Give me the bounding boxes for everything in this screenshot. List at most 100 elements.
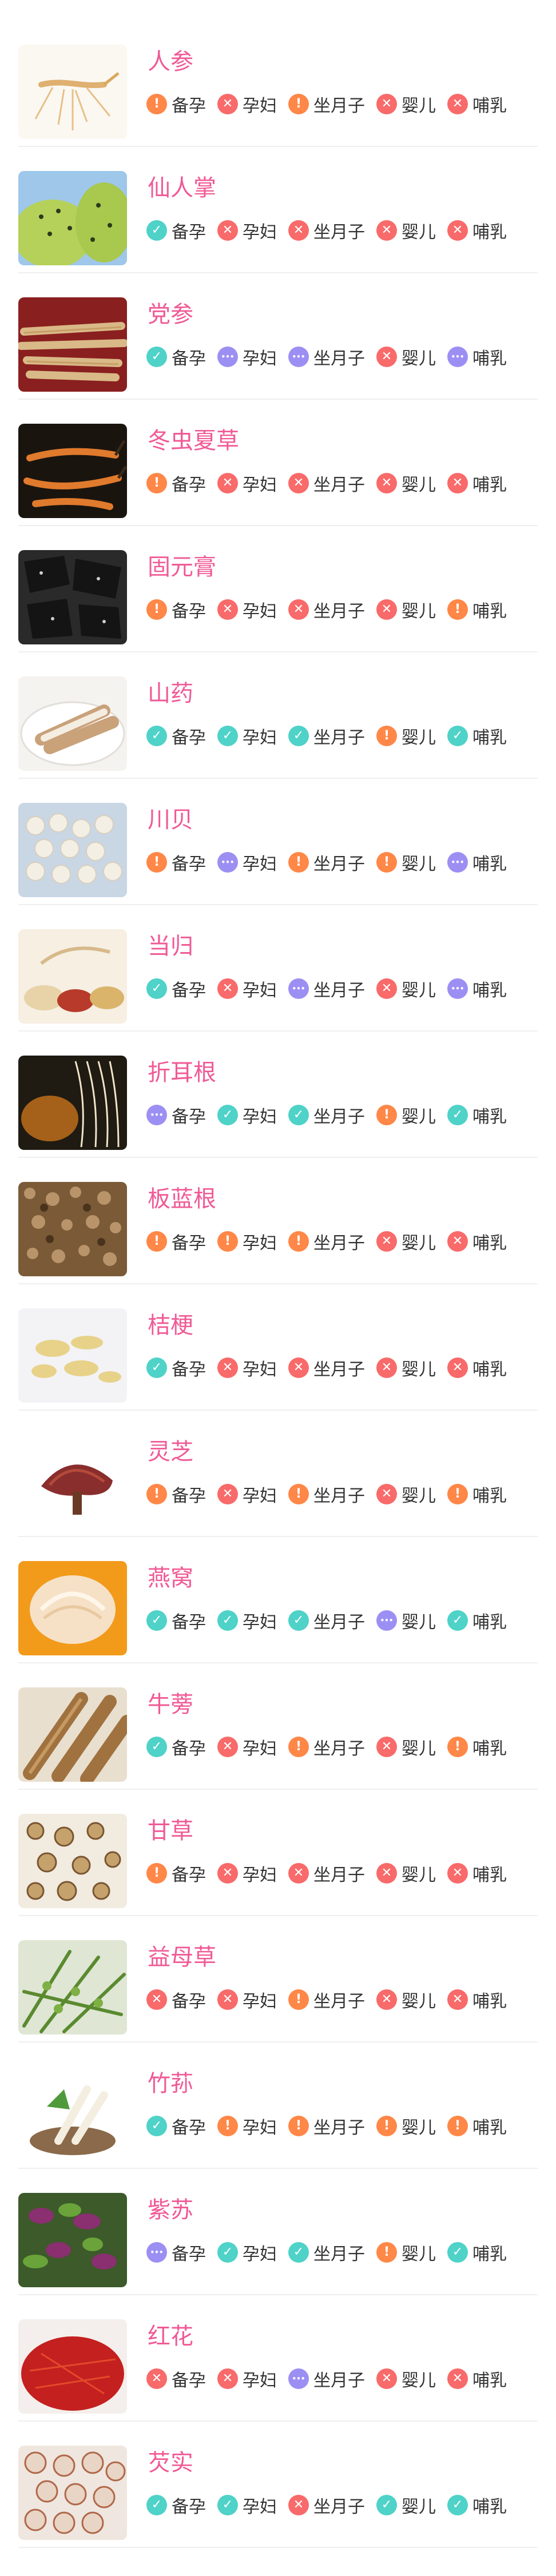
ingredient-thumbnail (18, 1182, 127, 1276)
list-item[interactable]: 冬虫夏草! 备孕 ✕ 孕妇 ✕ 坐月子 ✕ 婴儿 ✕ 哺乳 (0, 400, 556, 526)
suitability-tag: ••• 备孕 (146, 2240, 206, 2265)
list-item[interactable]: 桔梗 ✓ 备孕 ✕ 孕妇 ✕ 坐月子 ✕ 婴儿 ✕ 哺乳 (0, 1284, 556, 1411)
list-item[interactable]: 燕窝 ✓ 备孕 ✓ 孕妇 ✓ 坐月子 ••• 婴儿 ✓ 哺乳 (0, 1537, 556, 1663)
check-icon: ✓ (447, 1610, 468, 1631)
suitability-tag: ••• 哺乳 (447, 850, 507, 875)
list-item[interactable]: 人参! 备孕 ✕ 孕妇! 坐月子 ✕ 婴儿 ✕ 哺乳 (0, 21, 556, 147)
suitability-tag: ✕ 婴儿 (376, 597, 436, 622)
suitability-tag-label: 备孕 (172, 981, 206, 1001)
suitability-tag-label: 备孕 (172, 96, 206, 116)
suitability-tag: ✓ 备孕 (146, 2493, 206, 2518)
suitability-tag-label: 孕妇 (243, 1107, 277, 1127)
suitability-tag: ✕ 孕妇 (217, 1355, 277, 1380)
suitability-tag: ✓ 坐月子 (288, 2240, 365, 2265)
list-item[interactable]: 甘草! 备孕 ✕ 孕妇 ✕ 坐月子 ✕ 婴儿 ✕ 哺乳 (0, 1790, 556, 1916)
suitability-tag-label: 坐月子 (313, 2371, 365, 2391)
dots-icon: ••• (217, 347, 238, 367)
exclamation-icon: ! (146, 473, 167, 493)
suitability-tags: ! 备孕 ✕ 孕妇! 坐月子 ✕ 婴儿 ✕ 哺乳 (146, 91, 518, 117)
suitability-tag: ! 婴儿 (376, 850, 436, 875)
suitability-tag-label: 孕妇 (243, 1613, 277, 1633)
suitability-tag-label: 孕妇 (243, 2118, 277, 2138)
suitability-tag: ✕ 婴儿 (376, 91, 436, 117)
suitability-tags: ✓ 备孕 ✓ 孕妇 ✓ 坐月子! 婴儿 ✓ 哺乳 (146, 723, 518, 748)
list-item[interactable]: 竹荪 ✓ 备孕! 孕妇! 坐月子! 婴儿! 哺乳 (0, 2043, 556, 2169)
suitability-tag: ✓ 备孕 (146, 344, 206, 369)
list-item[interactable]: 板蓝根 ! 备孕! 孕妇! 坐月子 ✕ 婴儿 ✕ 哺乳 (0, 1158, 556, 1284)
suitability-tag: ✕ 婴儿 (376, 218, 436, 243)
suitability-tag: ! 哺乳 (447, 2113, 507, 2139)
cross-icon: ✕ (447, 2368, 468, 2389)
dots-icon: ••• (146, 2242, 167, 2263)
ingredient-name: 仙人掌 (148, 175, 216, 201)
list-item[interactable]: 芡实 ✓ 备孕 ✓ 孕妇 ✕ 坐月子 ✓ 婴儿 ✓ 哺乳 (0, 2422, 556, 2548)
cross-icon: ✕ (447, 220, 468, 241)
suitability-tag: ••• 哺乳 (447, 976, 507, 1001)
suitability-tag-label: 孕妇 (243, 1486, 277, 1506)
list-item[interactable]: 紫苏 ••• 备孕 ✓ 孕妇 ✓ 坐月子! 婴儿 ✓ 哺乳 (0, 2169, 556, 2295)
cross-icon: ✕ (217, 220, 238, 241)
ingredient-name: 冬虫夏草 (148, 428, 239, 454)
list-item[interactable]: 仙人掌 ✓ 备孕 ✕ 孕妇 ✕ 坐月子 ✕ 婴儿 ✕ 哺乳 (0, 147, 556, 273)
ingredient-list: 人参! 备孕 ✕ 孕妇! 坐月子 ✕ 婴儿 ✕ 哺乳 仙人掌 ✓ 备孕 ✕ 孕妇 ✕ 坐月子 ✕ 婴儿 ✕ 哺乳 党参 ✓… (0, 0, 556, 2548)
suitability-tag-label: 备孕 (172, 1613, 206, 1633)
suitability-tag: ! 备孕 (146, 1229, 206, 1254)
cross-icon: ✕ (288, 220, 309, 241)
suitability-tag: ✓ 孕妇 (217, 723, 277, 748)
suitability-tag: ! 坐月子 (288, 91, 365, 117)
ingredient-thumbnail (18, 1814, 127, 1908)
suitability-tag-label: 坐月子 (313, 2118, 365, 2138)
list-item[interactable]: 山药 ✓ 备孕 ✓ 孕妇 ✓ 坐月子! 婴儿 ✓ 哺乳 (0, 652, 556, 779)
suitability-tags: ! 备孕! 孕妇! 坐月子 ✕ 婴儿 ✕ 哺乳 (146, 1229, 518, 1254)
suitability-tag-label: 婴儿 (402, 2497, 436, 2517)
list-item[interactable]: 党参 ✓ 备孕 ••• 孕妇 ••• 坐月子 ✕ 婴儿 ••• 哺乳 (0, 273, 556, 400)
list-item[interactable]: 益母草 ✕ 备孕 ✕ 孕妇! 坐月子 ✕ 婴儿 ✕ 哺乳 (0, 1916, 556, 2043)
suitability-tag: ✕ 孕妇 (217, 1482, 277, 1507)
suitability-tag-label: 哺乳 (472, 2371, 507, 2391)
suitability-tag-label: 坐月子 (313, 728, 365, 748)
ingredient-thumbnail (18, 1435, 127, 1529)
ingredient-name: 山药 (148, 680, 193, 707)
ingredient-thumbnail (18, 171, 127, 265)
suitability-tag: ! 哺乳 (447, 1734, 507, 1759)
list-item[interactable]: 牛蒡 ✓ 备孕 ✕ 孕妇! 坐月子 ✕ 婴儿! 哺乳 (0, 1663, 556, 1790)
check-icon: ✓ (146, 1357, 167, 1378)
suitability-tag: ✕ 哺乳 (447, 91, 507, 117)
list-item[interactable]: 红花 ✕ 备孕 ✕ 孕妇 ••• 坐月子 ✕ 婴儿 ✕ 哺乳 (0, 2295, 556, 2422)
ingredient-name: 川贝 (148, 807, 193, 833)
suitability-tag: ✕ 孕妇 (217, 1734, 277, 1759)
ingredient-thumbnail (18, 297, 127, 392)
ingredient-thumbnail (18, 550, 127, 644)
check-icon: ✓ (447, 1105, 468, 1125)
cross-icon: ✕ (217, 1484, 238, 1504)
cross-icon: ✕ (376, 1484, 397, 1504)
suitability-tag: ✕ 孕妇 (217, 218, 277, 243)
check-icon: ✓ (288, 726, 309, 746)
list-item[interactable]: 川贝! 备孕 ••• 孕妇! 坐月子! 婴儿 ••• 哺乳 (0, 779, 556, 905)
cross-icon: ✕ (376, 599, 397, 620)
ingredient-name: 板蓝根 (148, 1186, 216, 1212)
ingredient-name: 人参 (148, 49, 193, 75)
cross-icon: ✕ (376, 1863, 397, 1884)
cross-icon: ✕ (447, 1863, 468, 1884)
suitability-tag: ✕ 坐月子 (288, 2493, 365, 2518)
suitability-tags: ! 备孕 ✕ 孕妇! 坐月子 ✕ 婴儿! 哺乳 (146, 1482, 518, 1507)
check-icon: ✓ (146, 1737, 167, 1757)
check-icon: ✓ (376, 2495, 397, 2515)
exclamation-icon: ! (288, 94, 309, 114)
dots-icon: ••• (288, 347, 309, 367)
suitability-tag: ✕ 婴儿 (376, 1734, 436, 1759)
suitability-tag-label: 孕妇 (243, 602, 277, 622)
exclamation-icon: ! (288, 1989, 309, 2010)
ingredient-thumbnail (18, 929, 127, 1024)
suitability-tag: ••• 孕妇 (217, 344, 277, 369)
list-item[interactable]: 当归 ✓ 备孕 ✕ 孕妇 ••• 坐月子 ✕ 婴儿 ••• 哺乳 (0, 905, 556, 1032)
list-item[interactable]: 灵芝! 备孕 ✕ 孕妇! 坐月子 ✕ 婴儿! 哺乳 (0, 1411, 556, 1537)
suitability-tag-label: 备孕 (172, 602, 206, 622)
suitability-tag: ! 婴儿 (376, 723, 436, 748)
cross-icon: ✕ (217, 1357, 238, 1378)
list-item[interactable]: 折耳根 ••• 备孕 ✓ 孕妇 ✓ 坐月子! 婴儿 ✓ 哺乳 (0, 1032, 556, 1158)
suitability-tag-label: 备孕 (172, 2371, 206, 2391)
suitability-tag-label: 备孕 (172, 2497, 206, 2517)
list-item[interactable]: 固元膏! 备孕 ✕ 孕妇 ✕ 坐月子 ✕ 婴儿! 哺乳 (0, 526, 556, 652)
